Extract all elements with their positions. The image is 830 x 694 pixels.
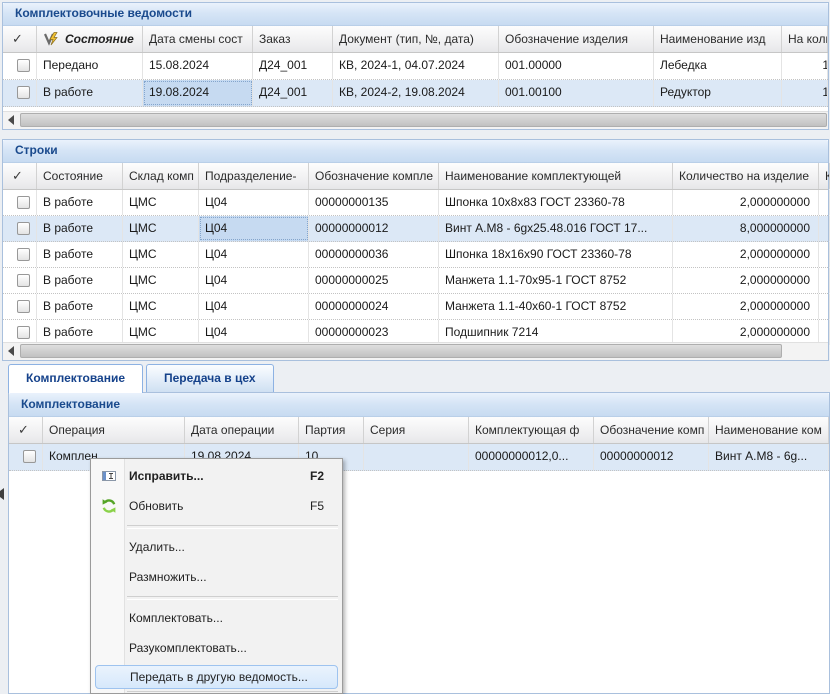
komplektovanie-table-header: ✓ Операция Дата операции Партия Серия Ко… <box>9 417 829 444</box>
column-header-date[interactable]: Дата смены сост <box>143 26 253 52</box>
arrow-left-icon <box>8 115 14 125</box>
menu-separator <box>127 596 338 599</box>
focused-cell[interactable]: 19.08.2024 <box>143 80 253 106</box>
column-header-qty[interactable]: На колич <box>782 26 828 52</box>
column-header-product-code[interactable]: Обозначение изделия <box>499 26 654 52</box>
menu-item-uncomplete[interactable]: Разукомплектовать... <box>91 633 342 663</box>
stroki-hscrollbar[interactable] <box>3 342 828 360</box>
stroki-row-3[interactable]: В работе ЦМС Ц04 00000000036 Шпонка 18x1… <box>3 242 828 268</box>
menu-item-complete[interactable]: Комплектовать... <box>91 603 342 633</box>
stroki-table-header: ✓ Состояние Склад комп Подразделение- Об… <box>3 163 828 190</box>
menu-item-transfer-highlighted[interactable]: Передать в другую ведомость... <box>95 665 338 689</box>
scrollbar-thumb[interactable] <box>20 113 827 127</box>
column-header-state[interactable]: Состояние <box>37 163 123 189</box>
row-checkbox[interactable] <box>17 274 30 287</box>
application-window: Комплектовочные ведомости ✓ Состояние Да… <box>0 0 830 694</box>
edge-scroll-arrow-icon[interactable] <box>0 488 4 500</box>
row-checkbox[interactable] <box>17 59 30 72</box>
column-header-component[interactable]: Комплектующая ф <box>469 417 594 443</box>
panel-stroki: Строки ✓ Состояние Склад комп Подразделе… <box>2 139 829 361</box>
check-icon: ✓ <box>12 163 23 189</box>
vedomosti-table-header: ✓ Состояние Дата смены сост Заказ Докуме… <box>3 26 828 53</box>
scroll-left-button[interactable] <box>3 112 19 128</box>
focused-cell[interactable]: Ц04 <box>199 216 309 241</box>
check-icon: ✓ <box>18 417 29 443</box>
column-header-product-name[interactable]: Наименование изд <box>654 26 782 52</box>
column-header-division[interactable]: Подразделение- <box>199 163 309 189</box>
stroki-row-1[interactable]: В работе ЦМС Ц04 00000000135 Шпонка 10x8… <box>3 190 828 216</box>
stroki-row-5[interactable]: В работе ЦМС Ц04 00000000024 Манжета 1.1… <box>3 294 828 320</box>
column-header-batch[interactable]: Партия <box>299 417 364 443</box>
komplektovanie-panel-title: Комплектование <box>9 393 829 417</box>
row-checkbox[interactable] <box>17 248 30 261</box>
column-header-comp-name[interactable]: Наименование комплектующей <box>439 163 673 189</box>
row-checkbox[interactable] <box>23 450 36 463</box>
shortcut-f2: F2 <box>310 469 324 483</box>
column-header-doc[interactable]: Документ (тип, №, дата) <box>333 26 499 52</box>
vedomosti-row-2-selected[interactable]: В работе 19.08.2024 Д24_001 КВ, 2024-2, … <box>3 80 828 107</box>
menu-item-duplicate[interactable]: Размножить... <box>91 562 342 592</box>
row-checkbox[interactable] <box>17 86 30 99</box>
column-header-clipped[interactable]: К <box>819 163 830 189</box>
select-all-header[interactable]: ✓ <box>9 417 43 443</box>
column-header-comp-code[interactable]: Обозначение компле <box>309 163 439 189</box>
stroki-panel-title: Строки <box>3 140 828 163</box>
column-header-qty-per-item[interactable]: Количество на изделие <box>673 163 819 189</box>
row-checkbox[interactable] <box>17 222 30 235</box>
menu-separator <box>127 525 338 528</box>
context-menu: Исправить... F2 Обновить F5 Удалить... Р… <box>90 458 343 694</box>
column-header-order[interactable]: Заказ <box>253 26 333 52</box>
column-header-comp-code[interactable]: Обозначение комп <box>594 417 709 443</box>
vedomosti-hscrollbar[interactable] <box>3 111 828 129</box>
row-checkbox[interactable] <box>17 196 30 209</box>
column-header-comp-name[interactable]: Наименование ком <box>709 417 829 443</box>
column-header-operation-date[interactable]: Дата операции <box>185 417 299 443</box>
stroki-row-2-selected[interactable]: В работе ЦМС Ц04 00000000012 Винт А.М8 -… <box>3 216 828 242</box>
panel-vedomosti: Комплектовочные ведомости ✓ Состояние Да… <box>2 2 829 130</box>
state-lightning-icon <box>43 32 61 46</box>
menu-item-refresh[interactable]: Обновить F5 <box>91 491 342 521</box>
arrow-left-icon <box>8 346 14 356</box>
scrollbar-thumb[interactable] <box>20 344 782 358</box>
edit-icon <box>99 468 119 484</box>
menu-item-delete[interactable]: Удалить... <box>91 532 342 562</box>
check-icon: ✓ <box>12 26 23 52</box>
refresh-icon <box>99 498 119 514</box>
row-checkbox[interactable] <box>17 300 30 313</box>
column-header-operation[interactable]: Операция <box>43 417 185 443</box>
vedomosti-row-1[interactable]: Передано 15.08.2024 Д24_001 КВ, 2024-1, … <box>3 53 828 80</box>
column-header-state[interactable]: Состояние <box>37 26 143 52</box>
stroki-row-4[interactable]: В работе ЦМС Ц04 00000000025 Манжета 1.1… <box>3 268 828 294</box>
select-all-header[interactable]: ✓ <box>3 163 37 189</box>
column-header-warehouse[interactable]: Склад комп <box>123 163 199 189</box>
shortcut-f5: F5 <box>310 499 324 513</box>
select-all-header[interactable]: ✓ <box>3 26 37 52</box>
vedomosti-panel-title: Комплектовочные ведомости <box>3 3 828 26</box>
menu-item-edit[interactable]: Исправить... F2 <box>91 461 342 491</box>
column-header-series[interactable]: Серия <box>364 417 469 443</box>
tab-komplektovanie[interactable]: Комплектование <box>8 364 143 393</box>
row-checkbox[interactable] <box>17 326 30 339</box>
scroll-left-button[interactable] <box>3 343 19 359</box>
tab-peredacha-v-ceh[interactable]: Передача в цех <box>146 364 274 392</box>
